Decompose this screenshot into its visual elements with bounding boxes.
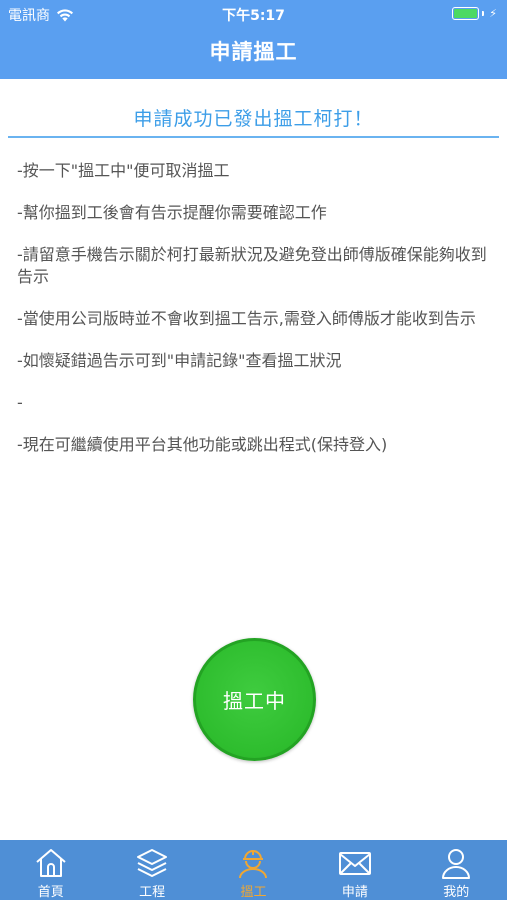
instruction-item: -如懷疑錯過告示可到"申請記錄"查看搵工狀況 (17, 351, 342, 370)
instruction-item: -幫你搵到工後會有告示提醒你需要確認工作 (17, 203, 327, 222)
status-time: 下午5:17 (222, 8, 285, 24)
instruction-item: -當使用公司版時並不會收到搵工告示,需登入師傅版才能收到告示 (17, 309, 476, 328)
instruction-item: - (17, 393, 23, 412)
tab-bar: 首頁 工程 搵工 申請 我的 (0, 840, 507, 900)
layers-icon (137, 849, 168, 877)
home-icon (36, 849, 66, 877)
title-divider (8, 136, 499, 138)
tab-label: 搵工 (240, 885, 267, 900)
tab-home[interactable]: 首頁 (0, 840, 101, 900)
battery-icon: ⚡ (452, 7, 497, 20)
success-message: 申請成功已發出搵工柯打！ (133, 108, 374, 130)
tab-profile[interactable]: 我的 (406, 840, 507, 900)
instruction-list: -按一下"搵工中"便可取消搵工 -幫你搵到工後會有告示提醒你需要確認工作 -請留… (17, 160, 495, 476)
tab-find-job[interactable]: 搵工 (203, 840, 304, 900)
tab-label: 我的 (443, 885, 470, 900)
instruction-item: -按一下"搵工中"便可取消搵工 (17, 161, 230, 180)
tab-label: 申請 (341, 885, 368, 900)
charging-bolt-icon: ⚡ (489, 7, 497, 20)
instruction-item: -請留意手機告示關於柯打最新狀況及避免登出師傅版確保能夠收到告示 (17, 245, 487, 286)
worker-icon (239, 850, 268, 879)
tab-projects[interactable]: 工程 (101, 840, 202, 900)
user-icon (442, 849, 471, 879)
tab-label: 首頁 (37, 885, 64, 900)
page-title: 申請搵工 (209, 40, 298, 64)
tab-label: 工程 (139, 885, 166, 900)
status-bar: 電訊商 下午5:17 ⚡ (0, 0, 507, 28)
cancel-job-search-button[interactable]: 搵工中 (193, 638, 316, 761)
tab-applications[interactable]: 申請 (304, 840, 405, 900)
header-bar: 電訊商 下午5:17 ⚡ 申請搵工 (0, 0, 507, 79)
instruction-item: -現在可繼續使用平台其他功能或跳出程式(保持登入) (17, 435, 388, 454)
mail-icon (338, 852, 371, 875)
